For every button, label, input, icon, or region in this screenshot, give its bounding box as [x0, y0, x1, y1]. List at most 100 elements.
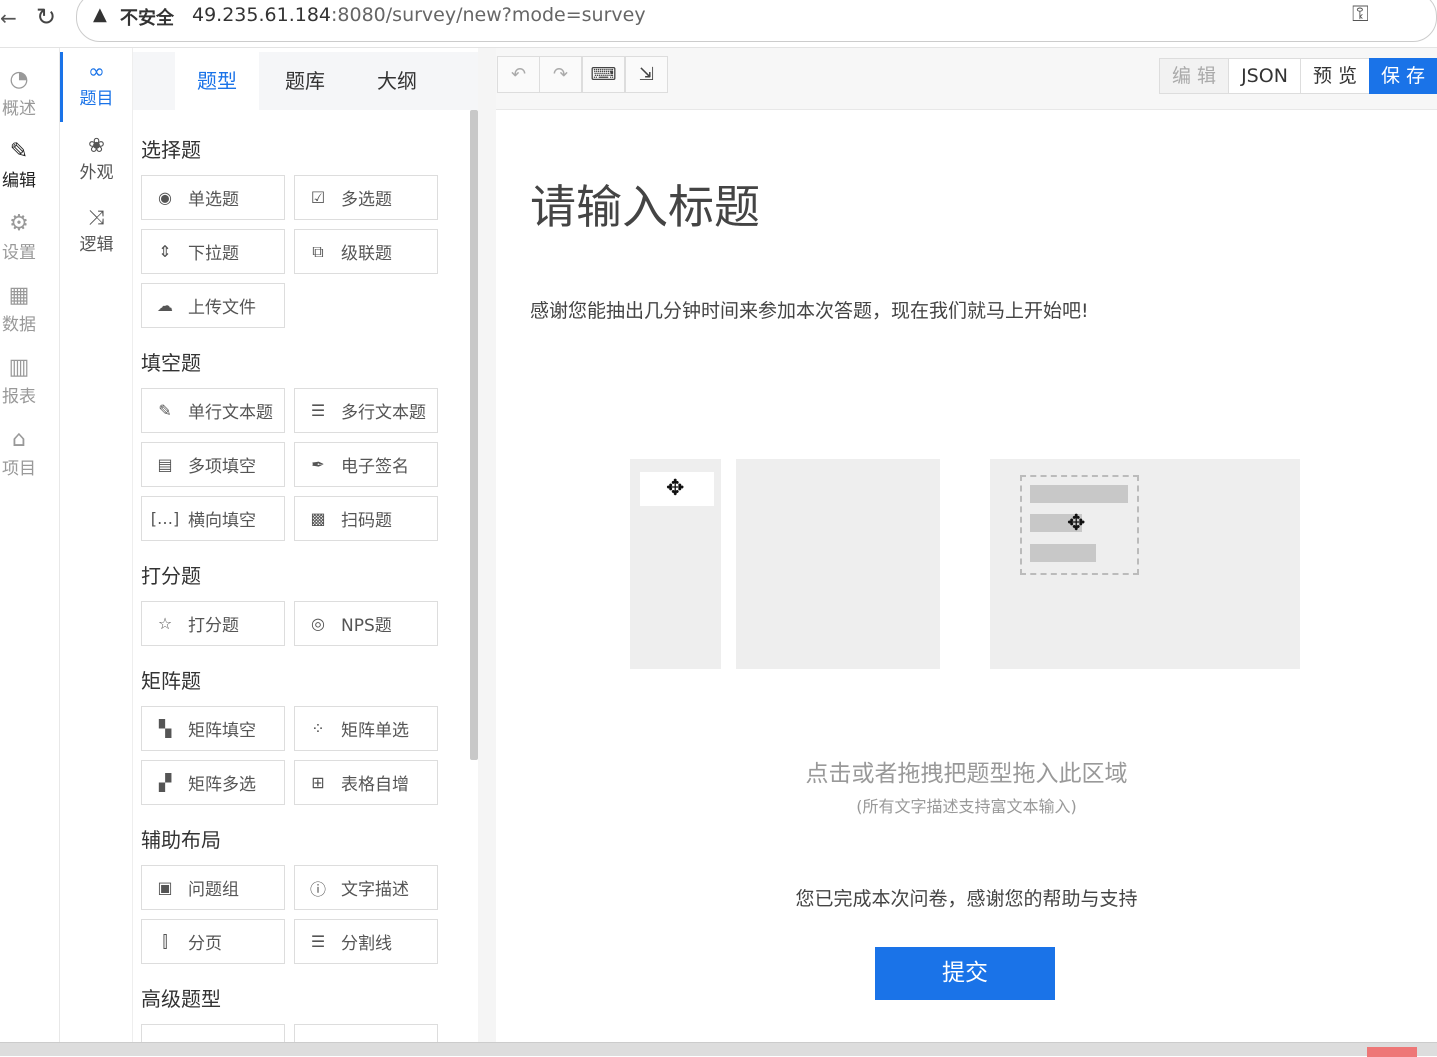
section-title-fill: 填空题	[141, 351, 201, 375]
qrcode-icon: ▩	[310, 509, 326, 528]
section-title-advanced: 高级题型	[141, 987, 221, 1011]
gear-icon: ⚙	[9, 211, 29, 236]
upload-icon: ☁	[157, 296, 173, 315]
nav-label: 报表	[2, 387, 36, 407]
nav-item-edit[interactable]: ✎ 编辑	[0, 138, 54, 191]
qtype-dropdown[interactable]: ⇕ 下拉题	[141, 229, 285, 274]
table-icon: ▦	[8, 283, 30, 308]
qtype-page-break[interactable]: ⫿ 分页	[141, 919, 285, 964]
json-button[interactable]: JSON	[1228, 58, 1301, 94]
back-icon[interactable]: ←	[0, 6, 17, 30]
drop-hint[interactable]: 点击或者拖拽把题型拖入此区域	[496, 754, 1437, 788]
qtype-rating[interactable]: ☆ 打分题	[141, 601, 285, 646]
security-label[interactable]: 不安全	[120, 4, 174, 30]
qtype-multi-choice[interactable]: ☑ 多选题	[294, 175, 438, 220]
url-text[interactable]: 49.235.61.184:8080/survey/new?mode=surve…	[192, 4, 646, 26]
survey-description[interactable]: 感谢您能抽出几分钟时间来参加本次答题，现在我们就马上开始吧!	[530, 296, 1089, 323]
nav2-item-appearance[interactable]: ❀ 外观	[60, 132, 133, 183]
drop-sub-hint: (所有文字描述支持富文本输入)	[856, 797, 1077, 816]
preview-button[interactable]: 预 览	[1300, 58, 1370, 94]
nps-icon: ◎	[311, 614, 325, 633]
qtype-label: 多选题	[341, 190, 392, 210]
nav-item-report[interactable]: ▥ 报表	[0, 354, 54, 407]
nav-item-overview[interactable]: ◔ 概述	[0, 66, 54, 119]
multiline-icon: ☰	[310, 401, 326, 420]
edit-button[interactable]: 编 辑	[1159, 58, 1229, 94]
submit-button[interactable]: 提交	[875, 947, 1055, 1000]
nav2-label: 题目	[79, 89, 114, 109]
illustration-bar	[1030, 485, 1128, 503]
qtype-label: 矩阵填空	[188, 721, 256, 741]
qtype-text-desc[interactable]: ⓘ 文字描述	[294, 865, 438, 910]
qtype-table-add[interactable]: ⊞ 表格自增	[294, 760, 438, 805]
nav-label: 数据	[2, 315, 36, 335]
reload-icon[interactable]: ↻	[36, 3, 56, 31]
section-title-matrix: 矩阵题	[141, 669, 201, 693]
qtype-qrcode[interactable]: ▩ 扫码题	[294, 496, 438, 541]
qtype-matrix-radio[interactable]: ⁘ 矩阵单选	[294, 706, 438, 751]
palette-icon: ❀	[88, 133, 105, 157]
qtype-label: 分页	[188, 934, 222, 954]
keyboard-icon[interactable]: ⌨	[582, 56, 625, 93]
qtype-advanced-2[interactable]	[294, 1024, 438, 1044]
panel-scrollbar[interactable]	[470, 110, 478, 760]
nav-item-project[interactable]: ⌂ 项目	[0, 426, 54, 479]
qtype-signature[interactable]: ✒ 电子签名	[294, 442, 438, 487]
cascade-icon: ⧉	[312, 241, 324, 261]
qtype-nps[interactable]: ◎ NPS题	[294, 601, 438, 646]
key-icon[interactable]: ⚿	[1352, 2, 1369, 27]
url-host: 49.235.61.184	[192, 4, 332, 26]
move-icon: ✥	[1067, 511, 1086, 536]
group-icon: ▣	[157, 878, 173, 897]
qtype-label: 单行文本题	[188, 403, 273, 423]
panel-tabs: 题型 题库 大纲	[133, 52, 478, 110]
illustration-canvas	[736, 459, 940, 669]
radio-icon: ◉	[158, 188, 172, 207]
qtype-multi-line[interactable]: ☰ 多行文本题	[294, 388, 438, 433]
save-button[interactable]: 保 存	[1369, 58, 1437, 94]
home-icon: ⌂	[12, 427, 26, 452]
qtype-cascade[interactable]: ⧉ 级联题	[294, 229, 438, 274]
tab-question-bank[interactable]: 题库	[263, 52, 347, 110]
qtype-label: 单选题	[188, 190, 239, 210]
section-title-choice: 选择题	[141, 138, 201, 162]
tab-question-types[interactable]: 题型	[175, 52, 259, 110]
qtype-multi-fill[interactable]: ▤ 多项填空	[141, 442, 285, 487]
survey-title[interactable]: 请输入标题	[530, 171, 760, 237]
end-text[interactable]: 您已完成本次问卷，感谢您的帮助与支持	[496, 884, 1437, 911]
qtype-upload[interactable]: ☁ 上传文件	[141, 283, 285, 328]
qtype-matrix-fill[interactable]: ▚ 矩阵填空	[141, 706, 285, 751]
nav2-item-questions[interactable]: ∞ 题目	[60, 58, 133, 109]
nav-label: 概述	[2, 99, 36, 119]
section-title-score: 打分题	[141, 564, 201, 588]
tab-outline[interactable]: 大纲	[355, 52, 439, 110]
qtype-divider[interactable]: ☰ 分割线	[294, 919, 438, 964]
qtype-single-line[interactable]: ✎ 单行文本题	[141, 388, 285, 433]
nav-item-data[interactable]: ▦ 数据	[0, 282, 54, 335]
bar-chart-icon: ▥	[8, 355, 30, 380]
warning-icon[interactable]: ▲	[93, 4, 107, 25]
nav-item-settings[interactable]: ⚙ 设置	[0, 210, 54, 263]
qtype-matrix-check[interactable]: ▞ 矩阵多选	[141, 760, 285, 805]
jump-icon[interactable]: ⇲	[625, 56, 668, 93]
shuffle-icon: ⤨	[88, 205, 105, 229]
qtype-advanced-1[interactable]	[141, 1024, 285, 1044]
nav2-item-logic[interactable]: ⤨ 逻辑	[60, 204, 133, 255]
qtype-single-choice[interactable]: ◉ 单选题	[141, 175, 285, 220]
multi-fill-icon: ▤	[157, 455, 173, 474]
qtype-label: 电子签名	[341, 457, 409, 477]
qtype-horizontal-fill[interactable]: […] 横向填空	[141, 496, 285, 541]
page-break-icon: ⫿	[162, 931, 168, 951]
edit-icon: ✎	[158, 401, 172, 420]
qtype-label: 矩阵多选	[188, 775, 256, 795]
redo-icon[interactable]: ↷	[539, 56, 582, 93]
undo-icon[interactable]: ↶	[497, 56, 540, 93]
secondary-nav: ∞ 题目 ❀ 外观 ⤨ 逻辑	[60, 48, 133, 1048]
qtype-group[interactable]: ▣ 问题组	[141, 865, 285, 910]
nav-label: 设置	[2, 243, 36, 263]
pencil-icon: ✎	[9, 139, 29, 164]
qtype-label: 横向填空	[188, 511, 256, 531]
qtype-label: 表格自增	[341, 775, 409, 795]
circles-icon: ∞	[88, 59, 105, 83]
matrix-radio-icon: ⁘	[311, 719, 325, 738]
